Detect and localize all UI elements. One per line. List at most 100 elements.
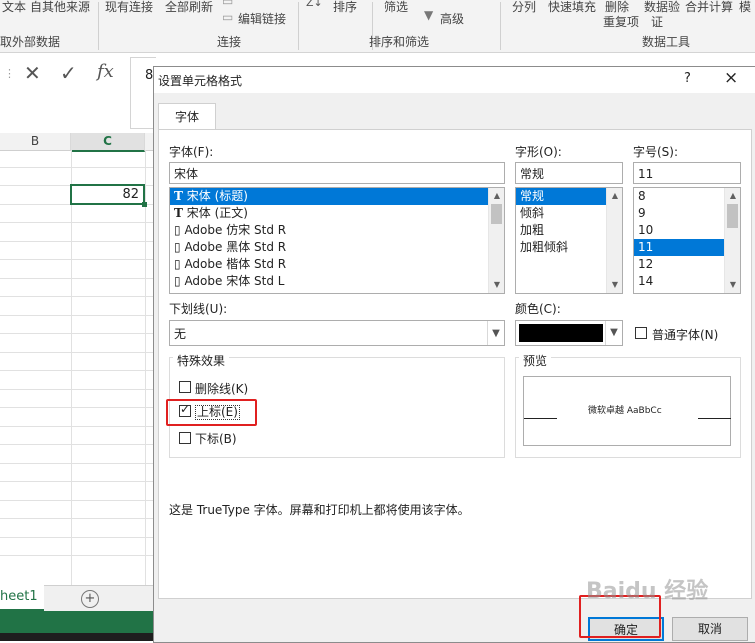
color-picker[interactable]: ▼ — [515, 320, 623, 346]
ribbon-model-button[interactable]: 模 — [739, 0, 751, 15]
insert-function-icon[interactable]: fx — [97, 61, 114, 82]
font-item-label: 宋体 (正文) — [186, 206, 248, 220]
grid-row-line — [0, 389, 155, 390]
ribbon-separator — [500, 2, 501, 50]
ribbon: 文本 自其他来源 现有连接 全部刷新 ▭ ▭ 编辑链接 Z↓ 排序 筛选 ▼ 高… — [0, 0, 755, 53]
scroll-up-icon[interactable]: ▲ — [607, 189, 622, 203]
grid-row-line — [0, 259, 155, 260]
format-cells-dialog: 设置单元格格式 ? × 字体 字体(F): 宋体 T 宋体 (标题) T 宋体 … — [153, 66, 755, 643]
color-label: 颜色(C): — [515, 302, 561, 316]
preview-baseline-left — [524, 418, 557, 419]
opentype-icon: ▯ — [174, 274, 181, 288]
add-sheet-icon[interactable]: + — [81, 590, 99, 608]
font-list-scrollbar[interactable]: ▲ ▼ — [488, 188, 504, 293]
font-size-listbox[interactable]: 8 9 10 11 12 14 ▲ ▼ — [633, 187, 741, 294]
dialog-titlebar: 设置单元格格式 ? × — [154, 67, 755, 93]
confirm-entry-icon[interactable]: ✓ — [60, 61, 77, 85]
group-label-connections: 连接 — [217, 35, 242, 49]
advanced-filter-icon: ▼ — [424, 8, 434, 22]
ribbon-text-to-columns-button[interactable]: 分列 — [512, 0, 536, 15]
font-item-label: Adobe 黑体 Std R — [184, 240, 287, 254]
chevron-down-icon[interactable]: ▼ — [605, 321, 622, 345]
help-icon[interactable]: ? — [684, 71, 691, 86]
opentype-icon: ▯ — [174, 240, 181, 254]
grid-row-line — [0, 296, 155, 297]
ribbon-other-sources-button[interactable]: 自其他来源 — [30, 0, 90, 15]
normal-font-checkbox[interactable] — [635, 327, 647, 339]
ribbon-refresh-all-button[interactable]: 全部刷新 — [165, 0, 213, 15]
font-list-item[interactable]: T 宋体 (标题) — [170, 188, 504, 205]
column-header-c[interactable]: C — [71, 133, 145, 152]
font-size-input[interactable]: 11 — [633, 162, 741, 184]
ribbon-flash-fill-button[interactable]: 快速填充 — [548, 0, 596, 15]
color-swatch — [519, 324, 603, 342]
ribbon-text-button[interactable]: 文本 — [2, 0, 26, 15]
grid-row-line — [0, 555, 155, 556]
grid-column-line — [71, 150, 72, 585]
formula-bar-grip-icon: ⋮ — [4, 67, 15, 80]
ribbon-existing-connections-button[interactable]: 现有连接 — [105, 0, 153, 15]
font-name-input[interactable]: 宋体 — [169, 162, 505, 184]
subscript-checkbox[interactable] — [179, 432, 191, 444]
ribbon-consolidate-button[interactable]: 合并计算 — [685, 0, 733, 15]
grid-row-line — [0, 278, 155, 279]
group-label-external-data: 取外部数据 — [0, 35, 61, 49]
grid-row-line — [0, 370, 155, 371]
scroll-thumb[interactable] — [727, 204, 738, 228]
font-list-item[interactable]: ▯ Adobe 宋体 Std L — [170, 273, 504, 290]
preview-sample-text: 微软卓越 AaBbCc — [588, 406, 662, 416]
grid-row-line — [0, 426, 155, 427]
preview-baseline-right — [698, 418, 731, 419]
ribbon-separator — [298, 2, 299, 50]
grid-row-line — [0, 222, 155, 223]
status-bar — [0, 611, 155, 633]
dialog-title: 设置单元格格式 — [158, 74, 243, 88]
cancel-button[interactable]: 取消 — [672, 617, 748, 641]
font-list-item[interactable]: ▯ Adobe 楷体 Std R — [170, 256, 504, 273]
ribbon-filter-button[interactable]: 筛选 — [384, 0, 408, 15]
grid-row-line — [0, 241, 155, 242]
grid-column-line — [145, 150, 146, 585]
chevron-down-icon[interactable]: ▼ — [487, 321, 504, 345]
scroll-down-icon[interactable]: ▼ — [607, 278, 622, 292]
ribbon-edit-links-button[interactable]: 编辑链接 — [238, 10, 286, 27]
scroll-thumb[interactable] — [491, 204, 502, 224]
active-cell-c[interactable]: 82 — [70, 184, 145, 205]
size-list-scrollbar[interactable]: ▲ ▼ — [724, 188, 740, 293]
font-style-input[interactable]: 常规 — [515, 162, 623, 184]
scroll-up-icon[interactable]: ▲ — [489, 189, 504, 203]
grid-row-line — [0, 463, 155, 464]
group-label-data-tools: 数据工具 — [642, 35, 691, 49]
close-icon[interactable]: × — [724, 68, 738, 88]
ribbon-properties-icon: ▭ — [222, 0, 234, 8]
grid-row-line — [0, 315, 155, 316]
grid-row-line — [0, 481, 155, 482]
grid-row-line — [0, 537, 155, 538]
scroll-down-icon[interactable]: ▼ — [725, 278, 740, 292]
effects-label: 特殊效果 — [173, 352, 230, 369]
fill-handle[interactable] — [142, 202, 147, 207]
style-list-scrollbar[interactable]: ▲ ▼ — [606, 188, 622, 293]
cancel-entry-icon[interactable]: ✕ — [24, 61, 41, 85]
underline-select[interactable]: 无 ▼ — [169, 320, 505, 346]
font-item-label: Adobe 仿宋 Std R — [184, 223, 287, 237]
tab-font[interactable]: 字体 — [158, 103, 216, 130]
ribbon-advanced-button[interactable]: 高级 — [440, 10, 464, 27]
ribbon-remove-duplicates-label: 重复项 — [603, 15, 640, 29]
scroll-up-icon[interactable]: ▲ — [725, 189, 740, 203]
font-list-item[interactable]: ▯ Adobe 仿宋 Std R — [170, 222, 504, 239]
grid-row-line — [0, 333, 155, 334]
scroll-down-icon[interactable]: ▼ — [489, 278, 504, 292]
grid-row-line — [0, 444, 155, 445]
font-list-item[interactable]: ▯ Adobe 黑体 Std R — [170, 239, 504, 256]
font-item-label: Adobe 楷体 Std R — [184, 257, 287, 271]
column-header-b[interactable]: B — [0, 133, 71, 151]
ribbon-sort-button[interactable]: 排序 — [333, 0, 357, 15]
sheet-tab-sheet1[interactable]: heet1 — [0, 585, 44, 611]
font-style-listbox[interactable]: 常规 倾斜 加粗 加粗倾斜 ▲ ▼ — [515, 187, 623, 294]
font-listbox[interactable]: T 宋体 (标题) T 宋体 (正文) ▯ Adobe 仿宋 Std R ▯ A… — [169, 187, 505, 294]
group-label-sort-filter: 排序和筛选 — [369, 35, 430, 49]
font-list-item[interactable]: T 宋体 (正文) — [170, 205, 504, 222]
strikethrough-checkbox[interactable] — [179, 381, 191, 393]
strikethrough-label: 删除线(K) — [195, 382, 249, 396]
